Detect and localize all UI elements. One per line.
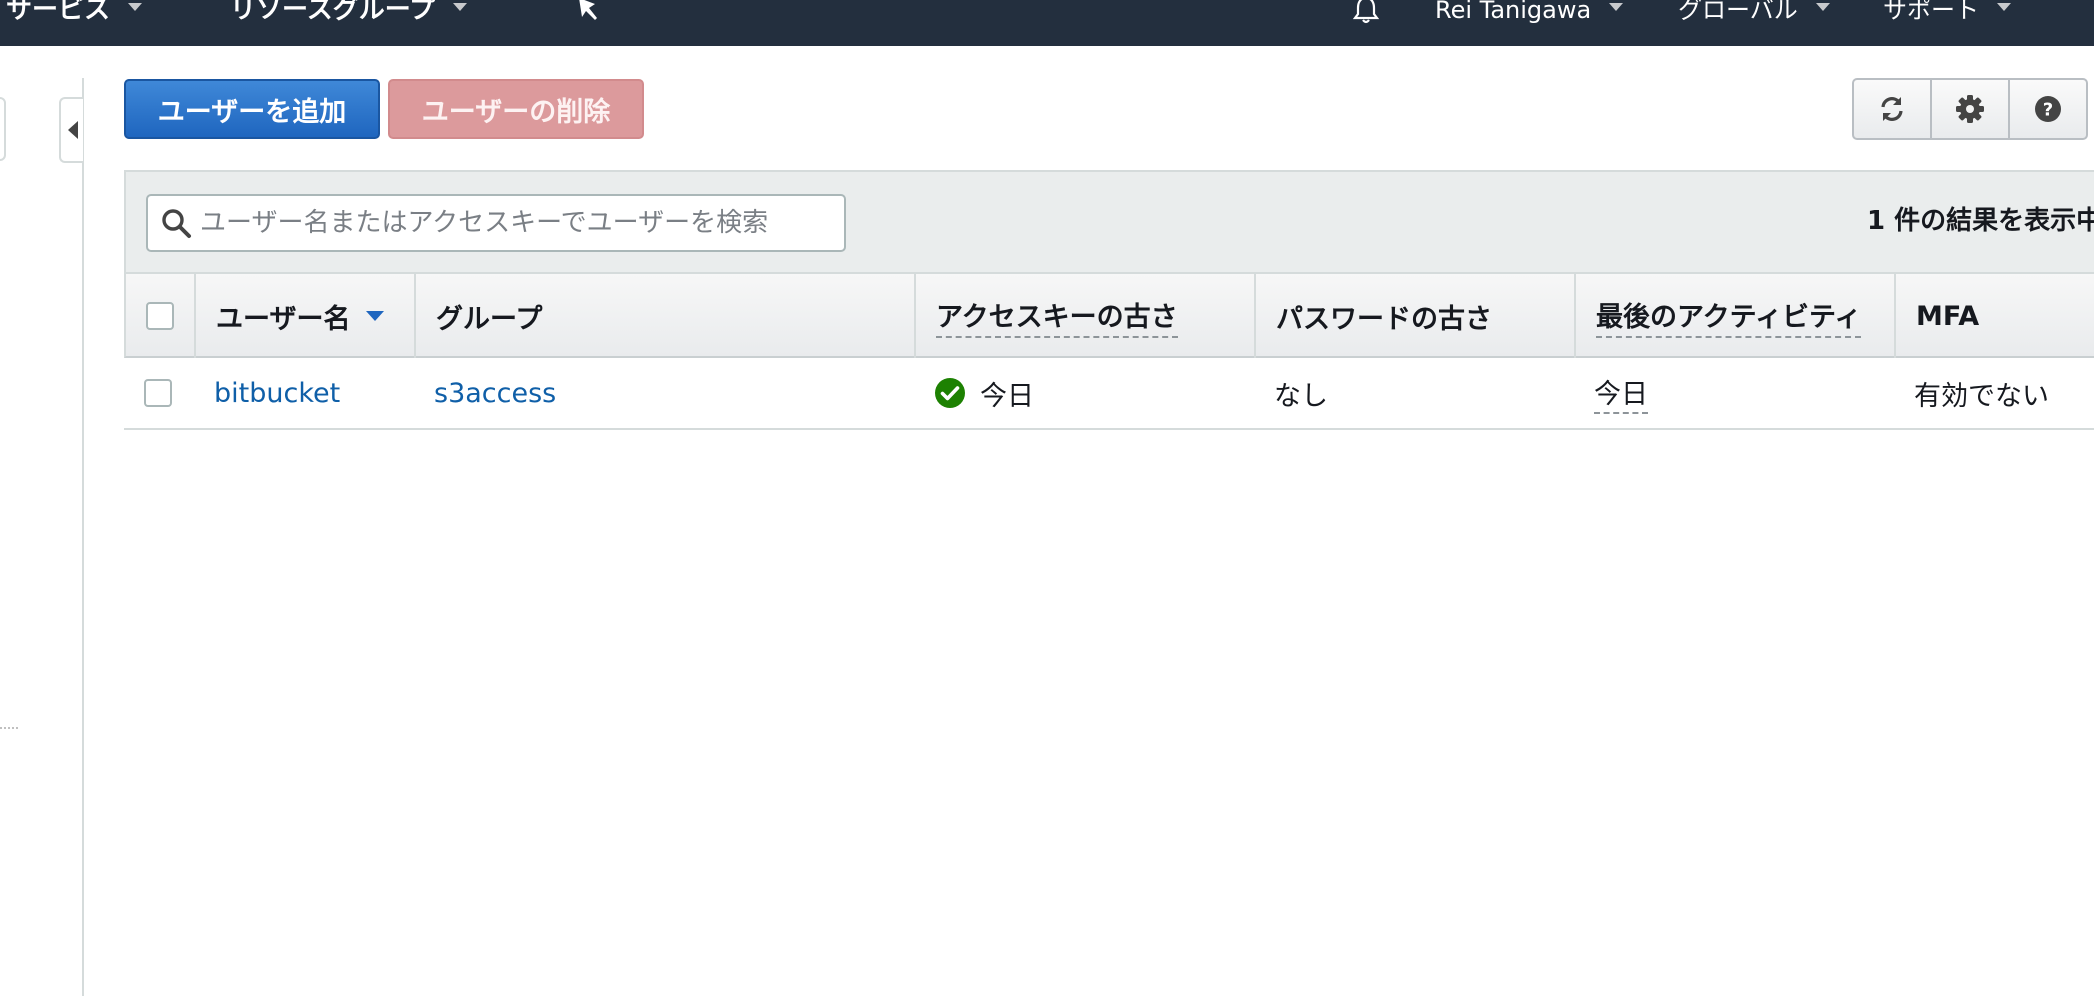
- add-user-button[interactable]: ユーザーを追加: [124, 79, 380, 139]
- chevron-down-icon: [128, 3, 143, 11]
- mfa-value: 有効でない: [1914, 380, 2049, 412]
- help-button[interactable]: ?: [2010, 80, 2086, 138]
- delete-user-button[interactable]: ユーザーの削除: [388, 79, 644, 139]
- pin-icon[interactable]: [575, 0, 601, 22]
- column-mfa-label: MFA: [1916, 300, 1980, 332]
- sort-descending-icon: [366, 311, 385, 321]
- table-row[interactable]: bitbucket s3access 今日 なし 今日 有効でない: [124, 358, 2094, 430]
- table-filter-bar: 1 件の結果を表示中: [124, 170, 2094, 272]
- chevron-down-icon: [1609, 3, 1624, 11]
- row-select-cell: [124, 358, 194, 428]
- cell-password-age: なし: [1254, 358, 1574, 428]
- column-groups-label: グループ: [436, 303, 543, 335]
- column-header-user-name[interactable]: ユーザー名: [196, 274, 416, 358]
- password-age-value: なし: [1274, 380, 1328, 412]
- refresh-icon: [1881, 97, 1903, 121]
- chevron-down-icon: [1997, 3, 2011, 11]
- column-user-name-label: ユーザー名: [216, 303, 351, 335]
- settings-button[interactable]: [1932, 80, 2010, 138]
- services-label: サービス: [6, 0, 111, 25]
- column-header-mfa[interactable]: MFA: [1896, 274, 2094, 358]
- column-access-key-age-label: アクセスキーの古さ: [936, 295, 1178, 338]
- column-last-activity-label: 最後のアクティビティ: [1596, 295, 1862, 338]
- caret-left-icon: [68, 121, 78, 139]
- sidebar-stub: [0, 97, 6, 161]
- check-circle-icon: [935, 378, 965, 408]
- cell-last-activity: 今日: [1574, 358, 1894, 428]
- resource-groups-menu[interactable]: リソースグループ: [230, 0, 468, 25]
- svg-text:?: ?: [2043, 100, 2053, 121]
- cell-user-name: bitbucket: [194, 358, 414, 428]
- bell-icon[interactable]: [1350, 0, 1382, 26]
- chevron-down-icon: [1815, 3, 1830, 11]
- users-table-panel: 1 件の結果を表示中 ユーザー名 グループ アクセスキーの古さ パスワードの古さ…: [124, 170, 2094, 430]
- column-header-access-key-age[interactable]: アクセスキーの古さ: [916, 274, 1256, 358]
- sidebar-divider: [0, 727, 18, 729]
- support-label: サポート: [1883, 0, 1979, 24]
- refresh-button[interactable]: [1854, 80, 1932, 138]
- region-label: グローバル: [1678, 0, 1798, 24]
- search-input[interactable]: [200, 208, 820, 238]
- last-activity-value[interactable]: 今日: [1594, 372, 1648, 414]
- column-header-last-activity[interactable]: 最後のアクティビティ: [1576, 274, 1896, 358]
- sidebar-collapse-toggle[interactable]: [59, 97, 83, 163]
- result-count: 1 件の結果を表示中: [1867, 206, 2094, 236]
- cell-access-key-age: 今日: [914, 358, 1254, 428]
- search-box[interactable]: [146, 194, 846, 252]
- user-name: Rei Tanigawa: [1435, 0, 1592, 24]
- table-header: ユーザー名 グループ アクセスキーの古さ パスワードの古さ 最後のアクティビティ…: [124, 272, 2094, 358]
- select-all-checkbox[interactable]: [146, 302, 174, 330]
- sidebar-border: [82, 78, 84, 996]
- chevron-down-icon: [453, 3, 468, 11]
- gear-icon: [1956, 95, 1984, 123]
- user-menu[interactable]: Rei Tanigawa: [1435, 0, 1624, 24]
- column-password-age-label: パスワードの古さ: [1276, 303, 1492, 335]
- support-menu[interactable]: サポート: [1883, 0, 2011, 24]
- column-header-password-age[interactable]: パスワードの古さ: [1256, 274, 1576, 358]
- services-menu[interactable]: サービス: [6, 0, 143, 25]
- top-nav: サービス リソースグループ Rei Tanigawa グローバル サポート: [0, 0, 2094, 46]
- resource-groups-label: リソースグループ: [230, 0, 436, 25]
- group-link[interactable]: s3access: [434, 378, 556, 409]
- search-icon: [162, 209, 191, 238]
- access-key-age-value: 今日: [980, 380, 1034, 412]
- select-all-cell: [126, 274, 196, 358]
- toolbar-tools: ?: [1852, 78, 2088, 140]
- column-header-groups[interactable]: グループ: [416, 274, 916, 358]
- row-checkbox[interactable]: [144, 379, 172, 407]
- region-menu[interactable]: グローバル: [1678, 0, 1830, 24]
- user-name-link[interactable]: bitbucket: [214, 378, 340, 409]
- cell-groups: s3access: [414, 358, 914, 428]
- help-icon: ?: [2035, 96, 2061, 122]
- cell-mfa: 有効でない: [1894, 358, 2094, 428]
